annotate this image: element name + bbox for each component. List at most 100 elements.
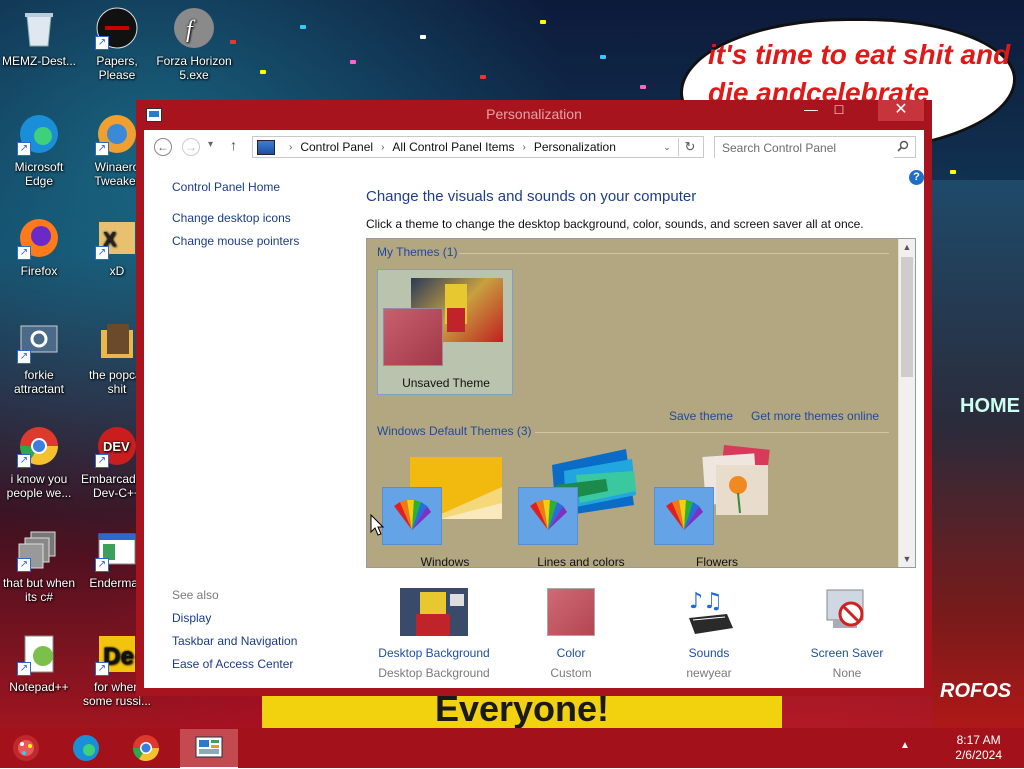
wallpaper-right-art [932,180,1024,728]
flash-icon: f [172,6,216,50]
control-panel-icon [257,139,275,155]
address-bar[interactable]: › Control Panel › All Control Panel Item… [252,136,704,158]
desktop-icon-recycle-bin[interactable]: MEMZ-Dest... [0,6,78,68]
theme-windows[interactable]: Windows [377,449,513,568]
desktop-icon-notepadpp[interactable]: ↗ Notepad++ [0,632,78,694]
winaero-icon: ↗ [95,112,139,156]
theme-flowers[interactable]: Flowers [649,445,785,567]
search-icon[interactable] [897,140,909,152]
wallpaper-banner: Everyone! [262,689,782,728]
screen-saver-setting[interactable]: Screen Saver None [777,588,917,680]
devcpp-icon: DEV ↗ [95,424,139,468]
start-orb-icon [13,735,39,761]
scroll-down-icon[interactable]: ▼ [899,551,915,567]
taskbar-clock[interactable]: 8:17 AM 2/6/2024 [955,733,1002,763]
help-button[interactable]: ? [909,170,924,185]
copy-windows-icon: ↗ [17,528,61,572]
theme-scrollbar[interactable]: ▲ ▼ [898,239,915,567]
shortcut-arrow-icon: ↗ [17,350,31,364]
recent-locations-button[interactable]: ▾ [208,139,213,150]
desktop-background-thumb [400,588,468,636]
change-desktop-icons-link[interactable]: Change desktop icons [172,211,352,225]
chevron-right-icon: › [289,141,293,153]
setting-label: Screen Saver [810,646,884,660]
address-dropdown-button[interactable]: ⌄ [658,138,676,156]
xd-icon: X ↗ [95,216,139,260]
breadcrumb-personalization[interactable]: Personalization [532,140,618,154]
chrome-icon: ↗ [17,424,61,468]
shortcut-arrow-icon: ↗ [17,142,31,156]
theme-name: Lines and colors [537,555,625,568]
breadcrumb-all-items[interactable]: All Control Panel Items [390,140,516,154]
svg-text:♪♫: ♪♫ [689,589,723,614]
edge-icon: ↗ [17,112,61,156]
personalization-window[interactable]: Personalization — □ ✕ ← → ▾ ↑ › Control … [136,100,932,696]
taskbar-navigation-link[interactable]: Taskbar and Navigation [172,634,352,648]
navigation-bar: ← → ▾ ↑ › Control Panel › All Control Pa… [144,130,924,170]
confetti [300,25,306,29]
clock-date: 2/6/2024 [955,748,1002,762]
show-hidden-icons-button[interactable]: ▲ [900,740,910,751]
shortcut-arrow-icon: ↗ [95,662,109,676]
my-themes-label: My Themes (1) [377,245,458,259]
color-palette-icon [666,500,703,530]
desktop-icon-label: Papers, Please [96,54,138,82]
back-button[interactable]: ← [154,138,172,156]
desktop-icon-chrome[interactable]: ↗ i know you people we... [0,424,78,500]
change-mouse-pointers-link[interactable]: Change mouse pointers [172,234,352,248]
page-description: Click a theme to change the desktop back… [366,217,864,231]
group-divider [459,253,889,254]
ease-of-access-link[interactable]: Ease of Access Center [172,657,352,671]
shortcut-arrow-icon: ↗ [17,662,31,676]
desktop-icon-csharp[interactable]: ↗ that but when its c# [0,528,78,604]
taskbar-control-panel[interactable] [180,729,238,769]
close-button[interactable]: ✕ [878,100,924,121]
mouse-cursor-icon [370,514,384,536]
scroll-up-icon[interactable]: ▲ [899,239,915,255]
refresh-button[interactable]: ↻ [678,138,701,156]
start-button[interactable] [0,729,52,767]
theme-color-swatch [383,308,443,366]
taskbar-chrome[interactable] [120,729,172,767]
theme-gallery[interactable]: My Themes (1) Unsaved Theme Save theme G… [366,238,916,568]
scrollbar-thumb[interactable] [901,257,913,377]
theme-color-swatch [382,487,442,545]
taskbar-edge[interactable] [60,729,112,767]
display-link[interactable]: Display [172,611,352,625]
setting-label: Color [556,646,586,660]
minimize-button[interactable]: — [798,100,824,120]
confetti [350,60,356,64]
color-setting[interactable]: Color Custom [501,588,641,680]
confetti [950,170,956,174]
search-input[interactable] [715,137,894,159]
desktop-icon-forkie[interactable]: ↗ forkie attractant [0,320,78,396]
theme-color-swatch [518,487,578,545]
setting-label: Desktop Background [378,646,490,660]
title-bar[interactable]: Personalization — □ ✕ [136,100,932,128]
confetti [420,35,426,39]
forward-button[interactable]: → [182,138,200,156]
theme-unsaved[interactable]: Unsaved Theme [377,269,513,395]
get-more-themes-link[interactable]: Get more themes online [751,409,879,423]
control-panel-home-link[interactable]: Control Panel Home [172,180,352,194]
shortcut-arrow-icon: ↗ [95,142,109,156]
desktop-icon-papers-please[interactable]: ↗ Papers, Please [78,6,156,82]
search-box[interactable] [714,136,916,159]
desktop-icon-label: that but when its c# [2,576,76,604]
desktop-icon-firefox[interactable]: ↗ Firefox [0,216,78,278]
save-theme-link[interactable]: Save theme [669,409,733,423]
sounds-setting[interactable]: ♪♫ Sounds newyear [639,588,779,680]
breadcrumb-control-panel[interactable]: Control Panel [298,140,375,154]
theme-lines-and-colors[interactable]: Lines and colors [513,449,649,568]
desktop-background-setting[interactable]: Desktop Background Desktop Background [364,588,504,680]
up-button[interactable]: ↑ [230,137,237,153]
setting-value: Custom [550,666,592,680]
theme-name: Unsaved Theme [402,376,490,390]
maximize-button[interactable]: □ [826,100,852,120]
desktop-icon-forza-horizon[interactable]: f Forza Horizon 5.exe [155,6,233,82]
theme-name: Windows [420,555,470,568]
edge-icon [73,735,99,761]
window-app-icon: ↗ [95,528,139,572]
desktop-icon-label: Notepad++ [9,680,69,694]
desktop-icon-edge[interactable]: ↗ Microsoft Edge [0,112,78,188]
